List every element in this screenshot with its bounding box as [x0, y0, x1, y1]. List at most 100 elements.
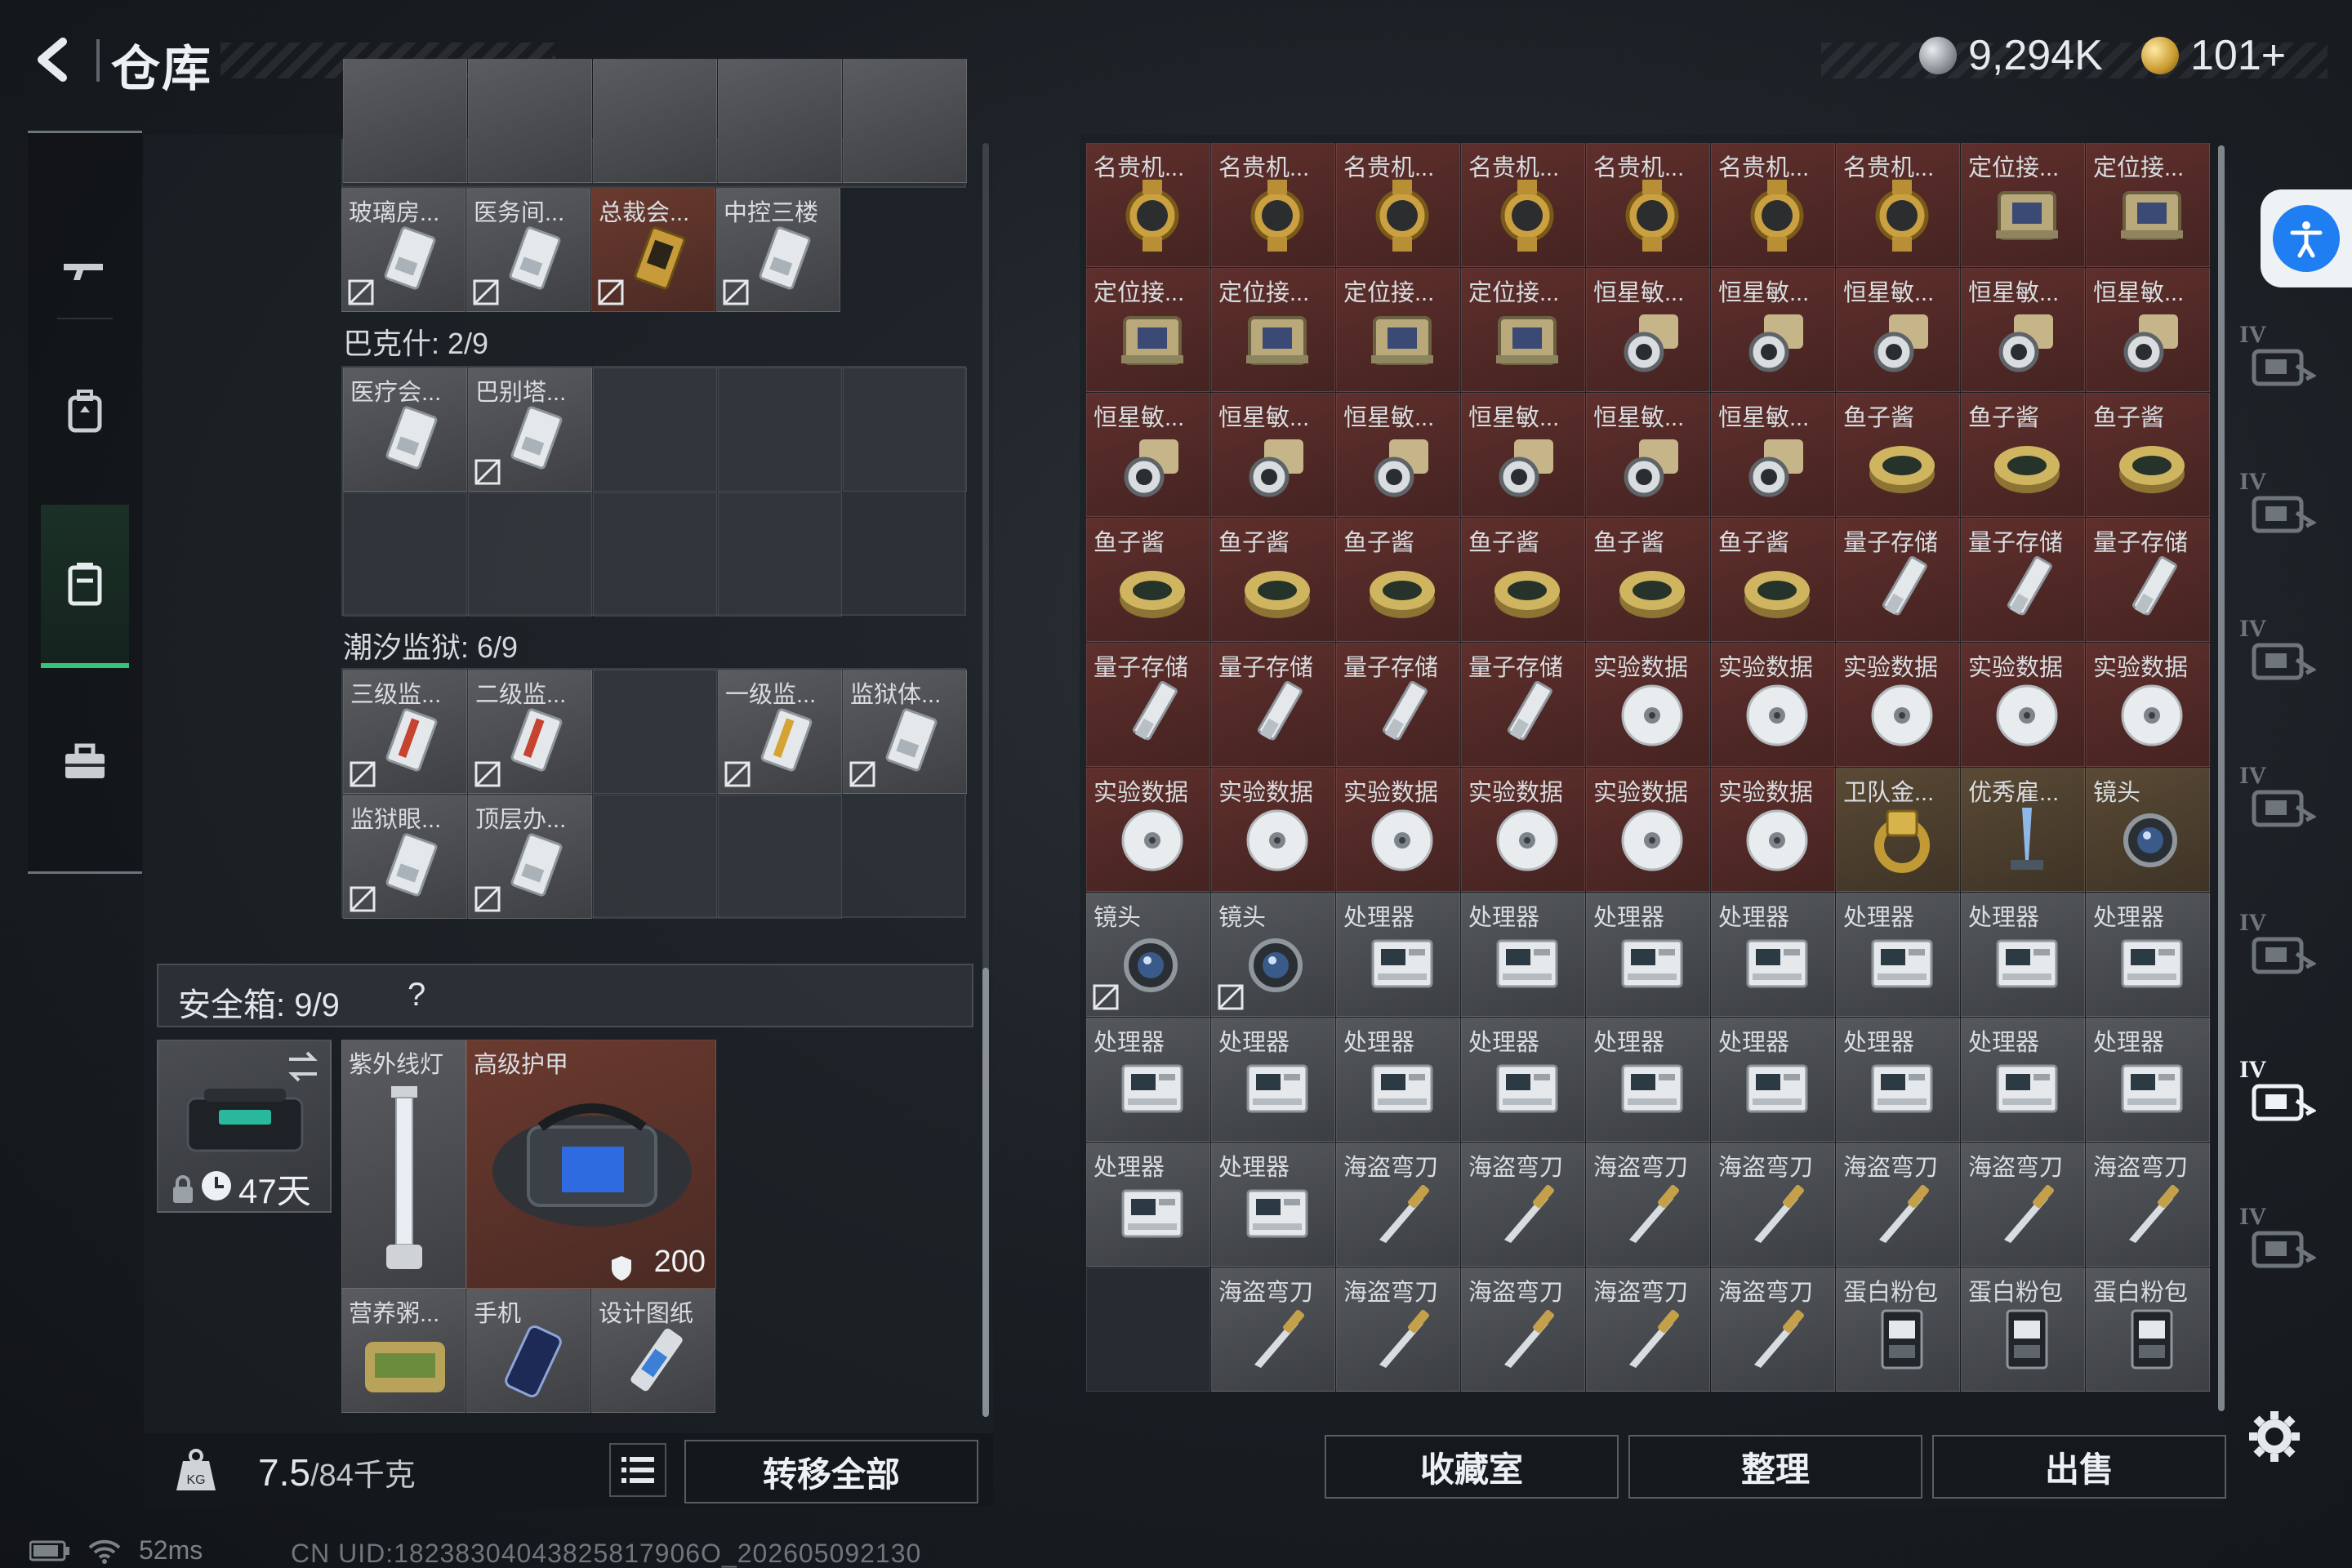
- storage-scrollbar-thumb[interactable]: [982, 968, 989, 1417]
- storage-slot[interactable]: [593, 59, 717, 183]
- inventory-slot-card[interactable]: 顶层办...: [468, 795, 592, 919]
- storage-slot[interactable]: [843, 59, 967, 183]
- inventory-slot-locator[interactable]: 定位接...: [1086, 268, 1210, 392]
- inventory-slot-knife[interactable]: 海盗弯刀: [1336, 1143, 1460, 1267]
- inventory-slot-cpu[interactable]: 处理器: [1961, 893, 2085, 1017]
- inventory-slot-caviar[interactable]: 鱼子酱: [1836, 393, 1960, 517]
- inventory-slot-disc[interactable]: 实验数据: [1586, 643, 1710, 767]
- inventory-slot-card-red[interactable]: 三级监...: [343, 670, 467, 794]
- inventory-slot-card[interactable]: 中控三楼: [716, 188, 840, 312]
- inventory-slot-caviar[interactable]: 鱼子酱: [1711, 518, 1835, 642]
- inventory-slot-knife[interactable]: 海盗弯刀: [1711, 1143, 1835, 1267]
- inventory-slot-quantum[interactable]: 量子存储: [1211, 643, 1335, 767]
- empty-slot[interactable]: [718, 492, 842, 617]
- sell-button[interactable]: 出售: [1932, 1435, 2226, 1499]
- inventory-slot-quantum[interactable]: 量子存储: [2086, 518, 2210, 642]
- inventory-slot-caviar[interactable]: 鱼子酱: [1961, 393, 2085, 517]
- inventory-slot-cpu[interactable]: 处理器: [1336, 893, 1460, 1017]
- storage-slot[interactable]: [718, 59, 842, 183]
- inventory-slot-knife[interactable]: 海盗弯刀: [1211, 1267, 1335, 1392]
- inventory-slot-lens[interactable]: 镜头: [1086, 893, 1210, 1017]
- inventory-slot-disc[interactable]: 实验数据: [1711, 768, 1835, 892]
- inventory-slot-quantum[interactable]: 量子存储: [1961, 518, 2085, 642]
- inventory-slot-sensor[interactable]: 恒星敏...: [1836, 268, 1960, 392]
- inventory-slot-watch[interactable]: 名贵机...: [1461, 143, 1585, 267]
- back-button[interactable]: [24, 31, 82, 88]
- inventory-slot-watch[interactable]: 名贵机...: [1836, 143, 1960, 267]
- collection-room-button[interactable]: 收藏室: [1325, 1435, 1619, 1499]
- inventory-slot-cpu[interactable]: 处理器: [1086, 1018, 1210, 1142]
- transfer-all-button[interactable]: 转移全部: [684, 1440, 978, 1503]
- inventory-slot-lens[interactable]: 镜头: [2086, 768, 2210, 892]
- inventory-slot-cpu[interactable]: 处理器: [1211, 1018, 1335, 1142]
- rail-tier-filter[interactable]: IV: [2238, 1049, 2328, 1147]
- inventory-slot-protein[interactable]: 蛋白粉包: [2086, 1267, 2210, 1392]
- inventory-slot-sensor[interactable]: 恒星敏...: [1961, 268, 2085, 392]
- inventory-slot-knife[interactable]: 海盗弯刀: [1711, 1267, 1835, 1392]
- empty-slot[interactable]: [343, 492, 467, 617]
- rail-tier-filter[interactable]: IV: [2238, 608, 2328, 706]
- inventory-slot-sensor[interactable]: 恒星敏...: [1336, 393, 1460, 517]
- inventory-slot-card[interactable]: 医疗会...: [343, 368, 467, 492]
- empty-slot[interactable]: [593, 670, 717, 794]
- inventory-slot-watch[interactable]: 名贵机...: [1711, 143, 1835, 267]
- inventory-slot-sensor[interactable]: 恒星敏...: [1211, 393, 1335, 517]
- inventory-slot-cpu[interactable]: 处理器: [1711, 1018, 1835, 1142]
- inventory-slot-disc[interactable]: 实验数据: [2086, 643, 2210, 767]
- rail-tier-filter[interactable]: IV: [2238, 314, 2328, 412]
- inventory-slot-ring[interactable]: 卫队金...: [1836, 768, 1960, 892]
- settings-gear-icon[interactable]: [2246, 1408, 2303, 1465]
- inventory-slot-card[interactable]: 巴别塔...: [468, 368, 592, 492]
- storage-slot[interactable]: [343, 59, 467, 183]
- inventory-slot-knife[interactable]: 海盗弯刀: [1336, 1267, 1460, 1392]
- inventory-slot-cpu[interactable]: 处理器: [1461, 1018, 1585, 1142]
- inventory-slot-protein[interactable]: 蛋白粉包: [1961, 1267, 2085, 1392]
- empty-slot[interactable]: [843, 368, 967, 492]
- inventory-slot-card-red[interactable]: 二级监...: [468, 670, 592, 794]
- safe-item-blueprint[interactable]: 设计图纸: [591, 1289, 715, 1413]
- inventory-slot-locator[interactable]: 定位接...: [2086, 143, 2210, 267]
- inventory-slot-card[interactable]: 监狱眼...: [343, 795, 467, 919]
- inventory-slot-caviar[interactable]: 鱼子酱: [1586, 518, 1710, 642]
- safe-box-help-button[interactable]: ?: [408, 977, 425, 1013]
- inventory-slot-knife[interactable]: 海盗弯刀: [1586, 1267, 1710, 1392]
- inventory-slot-sensor[interactable]: 恒星敏...: [1711, 393, 1835, 517]
- rail-tier-filter[interactable]: IV: [2238, 902, 2328, 1000]
- inventory-slot-trophy[interactable]: 优秀雇...: [1961, 768, 2085, 892]
- list-view-button[interactable]: [609, 1443, 666, 1497]
- inventory-slot-knife[interactable]: 海盗弯刀: [1461, 1143, 1585, 1267]
- inventory-slot-sensor[interactable]: 恒星敏...: [1461, 393, 1585, 517]
- inventory-slot-cpu[interactable]: 处理器: [2086, 893, 2210, 1017]
- inventory-slot-card[interactable]: 玻璃房...: [341, 188, 466, 312]
- inventory-slot-disc[interactable]: 实验数据: [1961, 643, 2085, 767]
- sort-button[interactable]: 整理: [1628, 1435, 1922, 1499]
- inventory-slot-watch[interactable]: 名贵机...: [1336, 143, 1460, 267]
- inventory-slot-card-yellow[interactable]: 一级监...: [718, 670, 842, 794]
- inventory-slot-cpu[interactable]: 处理器: [1336, 1018, 1460, 1142]
- inventory-slot-watch[interactable]: 名贵机...: [1211, 143, 1335, 267]
- inventory-slot-cpu[interactable]: 处理器: [1961, 1018, 2085, 1142]
- inventory-slot-quantum[interactable]: 量子存储: [1461, 643, 1585, 767]
- inventory-slot-locator[interactable]: 定位接...: [1461, 268, 1585, 392]
- inventory-slot-sensor[interactable]: 恒星敏...: [2086, 268, 2210, 392]
- inventory-slot-disc[interactable]: 实验数据: [1836, 643, 1960, 767]
- empty-slot[interactable]: [468, 492, 592, 617]
- empty-slot[interactable]: [593, 368, 717, 492]
- safe-item-porridge[interactable]: 营养粥...: [341, 1289, 466, 1413]
- inventory-slot-disc[interactable]: 实验数据: [1211, 768, 1335, 892]
- inventory-slot-knife[interactable]: 海盗弯刀: [1836, 1143, 1960, 1267]
- inventory-slot-protein[interactable]: 蛋白粉包: [1836, 1267, 1960, 1392]
- inventory-slot-locator[interactable]: 定位接...: [1961, 143, 2085, 267]
- inventory-slot-watch[interactable]: 名贵机...: [1586, 143, 1710, 267]
- rail-tier-filter[interactable]: IV: [2238, 755, 2328, 853]
- inventory-slot-sensor[interactable]: 恒星敏...: [1086, 393, 1210, 517]
- inventory-slot-caviar[interactable]: 鱼子酱: [1461, 518, 1585, 642]
- currency-coins[interactable]: 9,294K: [1919, 31, 2103, 80]
- inventory-slot-quantum[interactable]: 量子存储: [1336, 643, 1460, 767]
- inventory-slot-caviar[interactable]: 鱼子酱: [1086, 518, 1210, 642]
- inventory-slot-disc[interactable]: 实验数据: [1461, 768, 1585, 892]
- inventory-slot-knife[interactable]: 海盗弯刀: [1586, 1143, 1710, 1267]
- inventory-scrollbar-thumb[interactable]: [2218, 145, 2225, 1411]
- inventory-slot-caviar[interactable]: 鱼子酱: [1211, 518, 1335, 642]
- empty-slot[interactable]: [718, 795, 842, 919]
